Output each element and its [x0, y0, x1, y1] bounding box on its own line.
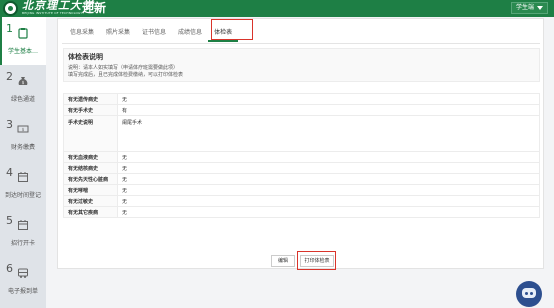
step-label: 学生基本…: [7, 48, 38, 55]
table-row: 有无过敏史 无: [63, 195, 540, 207]
money-bag-icon: $: [18, 77, 28, 85]
calendar-icon: [18, 220, 28, 230]
chevron-down-icon: [537, 6, 543, 10]
robot-face: [522, 288, 536, 298]
field-value: 无: [117, 93, 540, 105]
field-label: 有无其它疾病: [63, 206, 118, 218]
sidebar-step-bank-card[interactable]: 5 招行开卡: [0, 209, 46, 257]
robot-eye: [530, 292, 533, 295]
instructions-box: 体检表说明 说明：请本人如实填写（申请体疗班需要做此项） 填写完成后，且已完成体…: [63, 48, 540, 82]
field-label: 有无哮喘: [63, 184, 118, 196]
user-menu-label: 学生端: [515, 4, 534, 11]
university-logo-icon: [3, 1, 18, 16]
tab-certificate-info[interactable]: 证书信息: [136, 23, 172, 42]
field-value: 无: [117, 184, 540, 196]
user-menu[interactable]: 学生端: [510, 2, 548, 14]
table-row: 有无手术史 有: [63, 104, 540, 116]
sidebar-step-e-registration[interactable]: 6 电子报到单: [0, 257, 46, 305]
table-row: 有无先天性心脏病 无: [63, 173, 540, 185]
step-label: 到达时间登记: [4, 192, 41, 199]
table-row: 有无血液病史 无: [63, 151, 540, 163]
step-number: 3: [6, 118, 13, 131]
field-value: 无: [117, 195, 540, 207]
medical-form-table: 有无遗传病史 无 有无手术史 有 手术史说明 阑尾手术 有无血液病史 无 有无结…: [63, 93, 540, 218]
field-value: 无: [117, 162, 540, 174]
field-label: 有无过敏史: [63, 195, 118, 207]
edit-button[interactable]: 编辑: [271, 255, 295, 267]
table-row: 有无结核病史 无: [63, 162, 540, 174]
step-label: 招行开卡: [10, 240, 35, 247]
assistant-robot-icon[interactable]: [516, 281, 542, 307]
sidebar-step-green-channel[interactable]: 2 $ 绿色通道: [0, 65, 46, 113]
sidebar-step-arrival-time[interactable]: 4 到达时间登记: [0, 161, 46, 209]
step-label: 电子报到单: [7, 288, 38, 295]
field-value: 阑尾手术: [117, 115, 540, 152]
main-panel: 信息采集 照片采集 证书信息 成绩信息 体检表 体检表说明 说明：请本人如实填写…: [57, 18, 544, 270]
table-row: 有无遗传病史 无: [63, 93, 540, 105]
clipboard-icon: [18, 28, 28, 39]
step-label: 财务缴费: [10, 144, 35, 151]
field-value: 无: [117, 151, 540, 163]
robot-eye: [525, 292, 528, 295]
instructions-title: 体检表说明: [68, 53, 103, 61]
field-value: 有: [117, 104, 540, 116]
step-number: 2: [6, 70, 13, 83]
table-row: 手术史说明 阑尾手术: [63, 115, 540, 152]
tab-photo-collection[interactable]: 照片采集: [100, 23, 136, 42]
instructions-line: 说明：请本人如实填写（申请体疗班需要做此项）: [68, 65, 179, 71]
field-label: 有无血液病史: [63, 151, 118, 163]
tab-score-info[interactable]: 成绩信息: [172, 23, 208, 42]
field-label: 手术史说明: [63, 115, 118, 152]
app-title: 迎新: [82, 1, 107, 15]
step-number: 6: [6, 262, 13, 275]
step-number: 1: [6, 22, 13, 35]
bus-icon: [18, 268, 28, 278]
tab-info-collection[interactable]: 信息采集: [64, 23, 100, 42]
sidebar-step-payment[interactable]: 3 $ 财务缴费: [0, 113, 46, 161]
university-english-name: BEIJING INSTITUTE OF TECHNOLOGY: [22, 11, 83, 15]
step-number: 5: [6, 214, 13, 227]
table-row: 有无其它疾病 无: [63, 206, 540, 218]
tab-divider: [62, 43, 540, 44]
instructions-line: 填写完成后，且已完成体检费缴纳，可以打印体检表: [68, 72, 184, 78]
svg-text:$: $: [22, 80, 25, 85]
field-value: 无: [117, 206, 540, 218]
field-label: 有无遗传病史: [63, 93, 118, 105]
field-label: 有无先天性心脏病: [63, 173, 118, 185]
field-label: 有无手术史: [63, 104, 118, 116]
table-row: 有无哮喘 无: [63, 184, 540, 196]
cash-icon: $: [17, 125, 29, 133]
calendar-icon: [18, 172, 28, 182]
field-value: 无: [117, 173, 540, 185]
sidebar-step-basic-info[interactable]: 1 学生基本…: [0, 17, 46, 65]
step-number: 4: [6, 166, 13, 179]
step-label: 绿色通道: [10, 96, 35, 103]
field-label: 有无结核病史: [63, 162, 118, 174]
step-sidebar: 1 学生基本… 2 $ 绿色通道 3 $ 财务缴费 4 到达时间登记 5 招行开…: [0, 17, 46, 308]
highlight-box-print: [297, 251, 336, 270]
svg-text:$: $: [22, 127, 25, 132]
top-bar: 北京理工大学 BEIJING INSTITUTE OF TECHNOLOGY 迎…: [0, 0, 554, 17]
highlight-box-tab: [211, 19, 253, 40]
